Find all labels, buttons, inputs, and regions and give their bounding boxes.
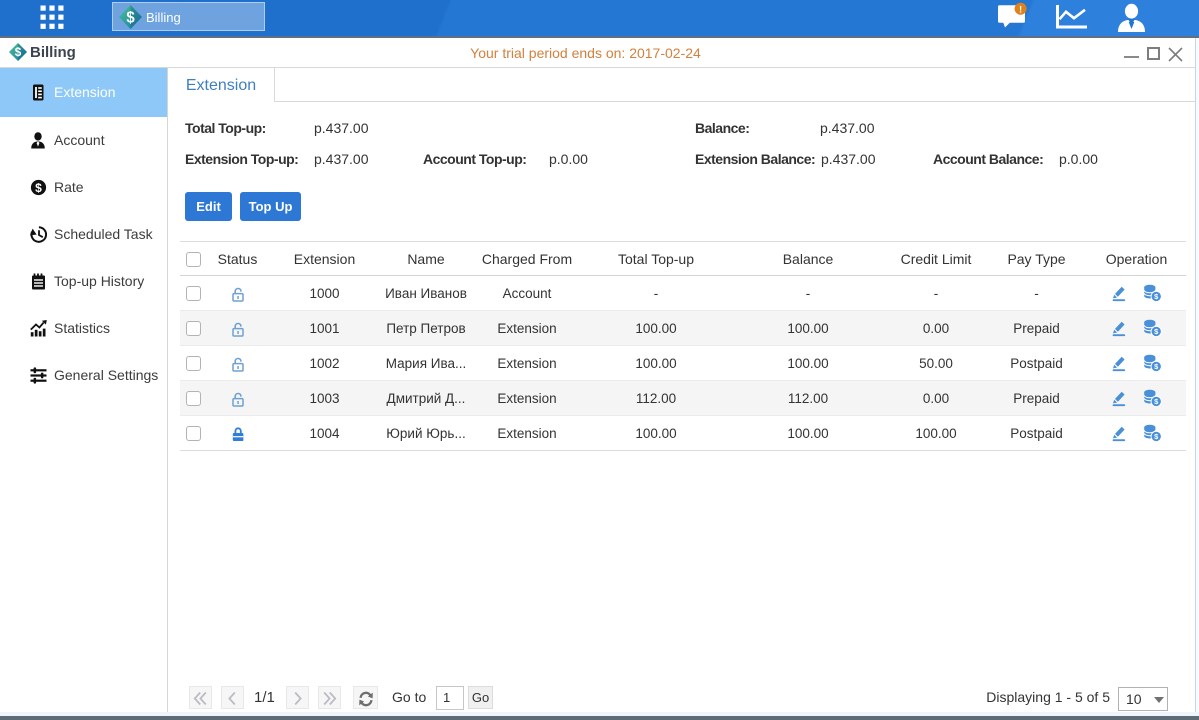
svg-text:$: $: [35, 181, 42, 195]
svg-text:!: !: [1019, 4, 1022, 15]
svg-text:$: $: [126, 9, 135, 26]
svg-text:$: $: [15, 46, 22, 59]
